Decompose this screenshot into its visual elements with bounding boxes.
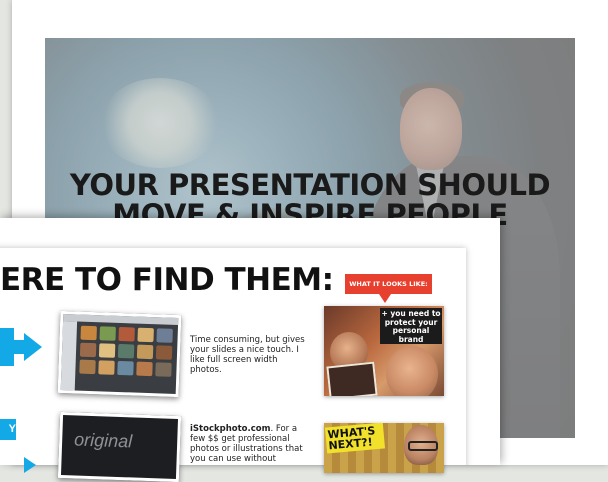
- side-label: Y: [0, 419, 16, 440]
- example-photo-1: + you need to protect your personal bran…: [324, 306, 444, 396]
- face-image: [386, 346, 438, 396]
- photo-thumb: [79, 359, 96, 375]
- blue-arrow-icon: [14, 340, 24, 354]
- whats-next-label: WHAT'S NEXT?!: [324, 423, 386, 454]
- photo-thumb: [136, 361, 153, 377]
- photo-grid: [79, 325, 173, 377]
- photo-thumb: [98, 360, 115, 375]
- istock-screenshot: original: [57, 411, 182, 482]
- istock-logo: original: [73, 429, 133, 452]
- blue-marker: [0, 328, 14, 366]
- photo-thumb: [156, 328, 173, 343]
- polaroid-image: [326, 361, 378, 396]
- photo-thumb: [155, 362, 172, 377]
- badge-arrow-icon: [379, 294, 391, 303]
- row2-description: iStockphoto.com. For a few $$ get profes…: [190, 424, 310, 464]
- front-slide-title: ERE TO FIND THEM:: [0, 262, 334, 298]
- photo-thumb: [80, 325, 97, 341]
- photo-thumb: [137, 327, 154, 343]
- photo-thumb: [155, 345, 173, 360]
- what-it-looks-like-badge: WHAT IT LOOKS LIKE:: [345, 274, 432, 294]
- photo-thumb: [99, 326, 116, 341]
- glasses-icon: [408, 441, 438, 451]
- example-caption: + you need to protect your personal bran…: [380, 308, 442, 344]
- photo-thumb: [98, 343, 116, 358]
- example-photo-2: WHAT'S NEXT?!: [324, 423, 444, 473]
- photo-thumb: [117, 360, 134, 376]
- photo-thumb: [117, 343, 135, 359]
- photo-library-screenshot: [57, 310, 182, 398]
- photo-thumb: [79, 342, 97, 358]
- window-sidebar: [60, 321, 78, 391]
- photo-thumb: [136, 344, 154, 360]
- istock-site-name: iStockphoto.com: [190, 424, 271, 434]
- photo-thumb: [118, 326, 135, 342]
- window-titlebar: [63, 314, 179, 326]
- blue-arrow-icon: [24, 457, 36, 473]
- back-slide-title-line1: YOUR PRESENTATION SHOULD: [69, 168, 551, 202]
- blue-arrow-head-icon: [24, 333, 42, 361]
- row1-description: Time consuming, but gives your slides a …: [190, 335, 305, 375]
